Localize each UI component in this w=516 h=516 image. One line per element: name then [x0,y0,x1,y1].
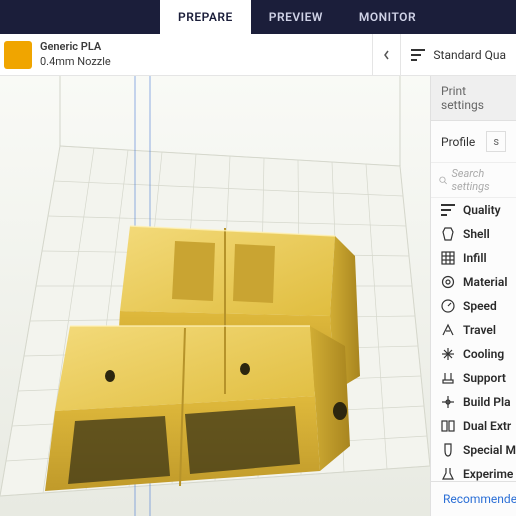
category-quality[interactable]: Quality [431,198,516,222]
category-label: Shell [463,227,490,241]
quality-icon [441,203,455,217]
category-special[interactable]: Special M [431,438,516,462]
search-icon [439,175,447,186]
cooling-icon [441,347,455,361]
category-label: Material [463,275,507,289]
travel-icon [441,323,455,337]
profile-label: Profile [441,135,475,149]
category-shell[interactable]: Shell [431,222,516,246]
dual-icon [441,419,455,433]
chevron-left-icon [382,50,392,60]
category-label: Cooling [463,347,504,361]
nozzle-label: 0.4mm Nozzle [40,55,111,69]
infill-icon [441,251,455,265]
main-tabs: PREPARE PREVIEW MONITOR [0,0,516,34]
category-buildplate[interactable]: Build Pla [431,390,516,414]
material-name: Generic PLA [40,40,111,54]
panel-title: Print settings [431,76,516,121]
category-label: Build Pla [463,395,511,409]
category-label: Dual Extr [463,419,511,433]
experimental-icon [441,467,455,481]
category-label: Travel [463,323,496,337]
configuration-bar: Generic PLA 0.4mm Nozzle Standard Qua [0,34,516,76]
category-experimental[interactable]: Experime [431,462,516,481]
special-icon [441,443,455,457]
category-label: Experime [463,467,513,481]
print-settings-panel: Print settings Profile s Search settings… [430,76,516,516]
build-plate-viewport[interactable] [0,76,430,516]
shell-icon [441,227,455,241]
category-dual[interactable]: Dual Extr [431,414,516,438]
category-support[interactable]: Support [431,366,516,390]
collapse-button[interactable] [372,34,400,75]
profile-row: Profile s [431,121,516,162]
category-speed[interactable]: Speed [431,294,516,318]
support-icon [441,371,455,385]
tab-prepare[interactable]: PREPARE [160,0,251,34]
tab-preview[interactable]: PREVIEW [251,0,341,34]
material-icon [441,275,455,289]
material-text[interactable]: Generic PLA 0.4mm Nozzle [40,40,111,69]
category-label: Quality [463,203,501,217]
category-cooling[interactable]: Cooling [431,342,516,366]
category-infill[interactable]: Infill [431,246,516,270]
category-travel[interactable]: Travel [431,318,516,342]
quality-bars-icon [411,49,425,61]
search-settings[interactable]: Search settings [431,162,516,198]
category-label: Support [463,371,506,385]
tab-monitor[interactable]: MONITOR [341,0,434,34]
recommended-link[interactable]: Recommende [431,481,516,516]
category-label: Special M [463,443,516,457]
buildplate-icon [441,395,455,409]
profile-selector[interactable]: s [486,131,506,152]
category-label: Infill [463,251,487,265]
speed-icon [441,299,455,313]
category-material[interactable]: Material [431,270,516,294]
quality-selector[interactable]: Standard Qua [400,34,516,75]
quality-label: Standard Qua [433,48,506,62]
category-list: Quality Shell Infill Material Speed Travel Coo… [431,198,516,481]
category-label: Speed [463,299,497,313]
material-swatch[interactable] [4,41,32,69]
